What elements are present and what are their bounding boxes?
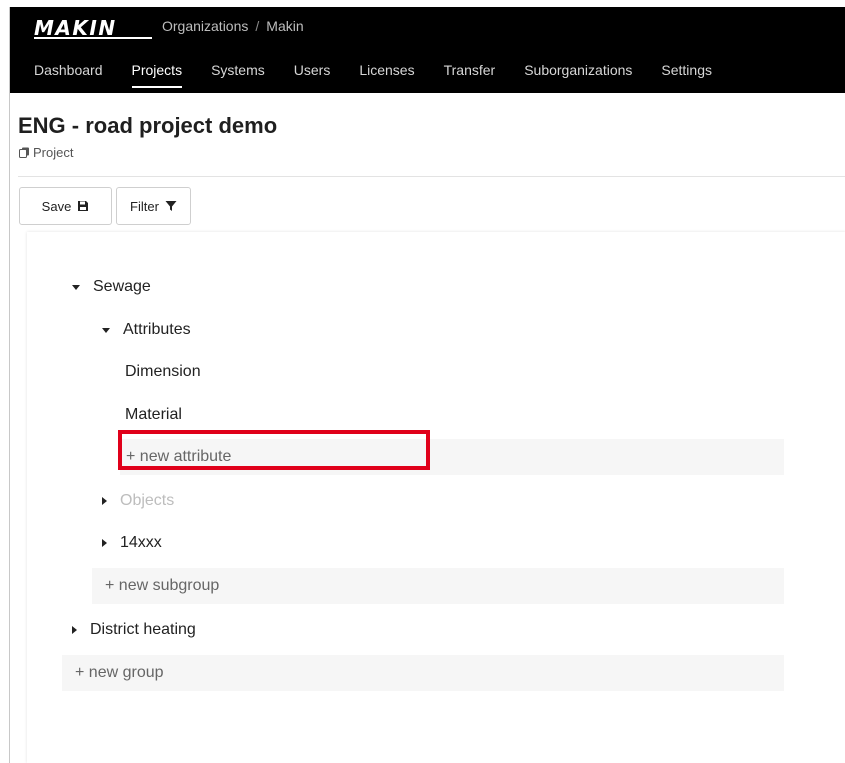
tab-users[interactable]: Users <box>294 60 331 90</box>
caret-right-icon[interactable] <box>102 539 107 547</box>
new-attribute-button[interactable]: + new attribute <box>120 439 784 475</box>
tab-transfer[interactable]: Transfer <box>444 60 496 90</box>
svg-text:MAKIN: MAKIN <box>34 17 117 39</box>
tree-attribute-material-label: Material <box>125 406 182 423</box>
save-button-label: Save <box>41 198 72 214</box>
new-subgroup-button[interactable]: + new subgroup <box>92 568 784 604</box>
copy-icon <box>19 147 29 158</box>
tab-projects[interactable]: Projects <box>131 60 182 90</box>
breadcrumb-separator: / <box>255 18 260 34</box>
new-group-button[interactable]: + new group <box>62 655 784 691</box>
caret-right-icon[interactable] <box>72 626 77 634</box>
tree-panel: Sewage Attributes Dimension Material + n… <box>27 232 845 763</box>
top-navigation-bar: MAKIN Organizations / Makin Dashboard Pr… <box>10 7 845 93</box>
makin-logo[interactable]: MAKIN <box>34 17 154 39</box>
header-divider <box>18 176 845 177</box>
tab-dashboard[interactable]: Dashboard <box>34 60 103 90</box>
tree-node-14xxx[interactable]: 14xxx <box>102 534 162 552</box>
breadcrumb-makin[interactable]: Makin <box>266 18 303 34</box>
breadcrumb: Organizations / Makin <box>162 18 304 34</box>
page-subtitle: Project <box>19 145 73 160</box>
caret-right-icon[interactable] <box>102 497 107 505</box>
new-group-label: + new group <box>75 664 164 681</box>
filter-button-label: Filter <box>130 198 159 214</box>
tab-systems[interactable]: Systems <box>211 60 265 90</box>
tree-node-attributes-label: Attributes <box>123 321 191 338</box>
funnel-icon <box>165 201 177 211</box>
new-subgroup-label: + new subgroup <box>105 577 220 594</box>
tree-node-objects[interactable]: Objects <box>102 492 174 510</box>
tree-node-14xxx-label: 14xxx <box>120 534 162 551</box>
page-title: ENG - road project demo <box>18 113 278 138</box>
new-attribute-label: + new attribute <box>126 448 232 465</box>
tree-node-objects-label: Objects <box>120 492 175 509</box>
page-type-label: Project <box>33 145 74 160</box>
tab-suborganizations[interactable]: Suborganizations <box>524 60 632 90</box>
tree-group-sewage-label: Sewage <box>93 278 151 295</box>
tree-attribute-dimension[interactable]: Dimension <box>125 363 201 381</box>
filter-button[interactable]: Filter <box>116 187 191 225</box>
tab-licenses[interactable]: Licenses <box>359 60 414 90</box>
tree-attribute-dimension-label: Dimension <box>125 363 201 380</box>
page-root: MAKIN Organizations / Makin Dashboard Pr… <box>9 7 845 763</box>
tab-settings[interactable]: Settings <box>661 60 712 90</box>
floppy-disk-icon <box>78 201 89 211</box>
tree-group-sewage[interactable]: Sewage <box>72 278 151 296</box>
tree-attribute-material[interactable]: Material <box>125 406 182 424</box>
breadcrumb-organizations[interactable]: Organizations <box>162 18 248 34</box>
caret-down-icon[interactable] <box>102 327 110 333</box>
tree-group-district-heating-label: District heating <box>90 621 196 638</box>
main-nav: Dashboard Projects Systems Users License… <box>34 60 741 90</box>
save-button[interactable]: Save <box>19 187 112 225</box>
tree-node-attributes[interactable]: Attributes <box>102 321 191 339</box>
tree-group-district-heating[interactable]: District heating <box>72 621 196 639</box>
caret-down-icon[interactable] <box>72 284 80 290</box>
